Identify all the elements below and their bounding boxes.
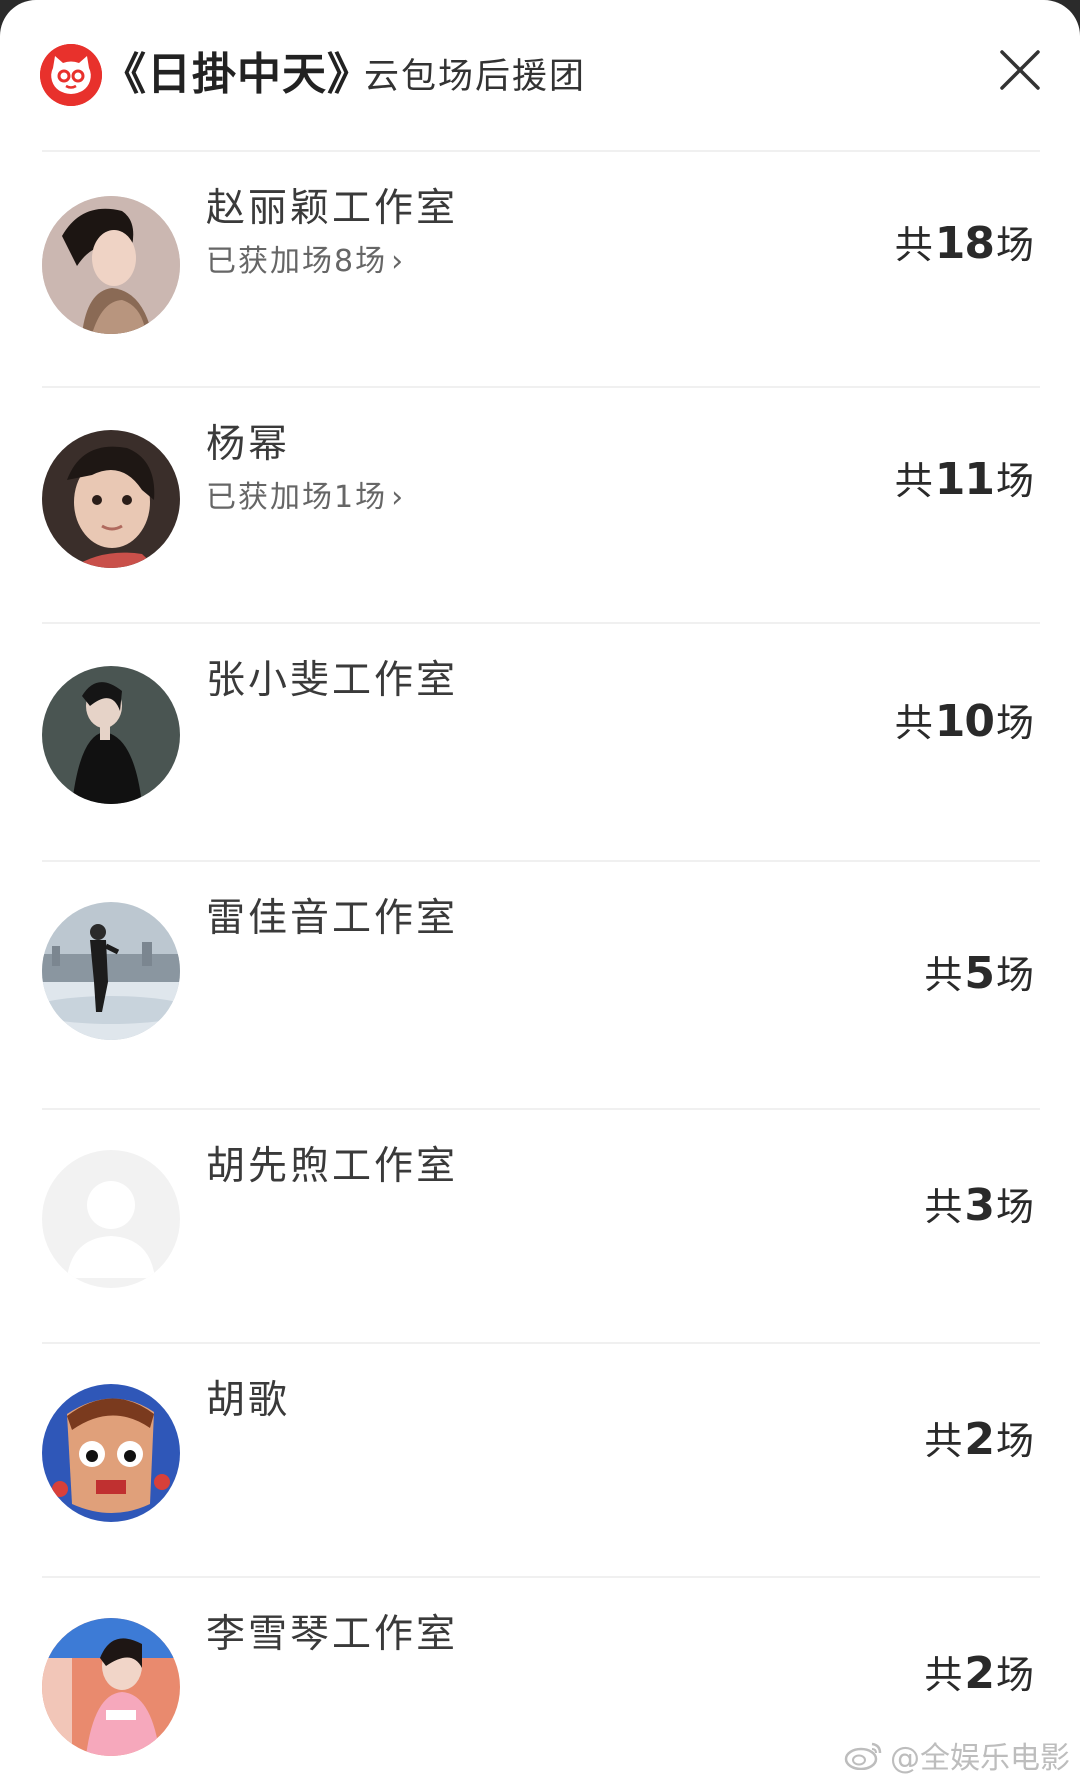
list-item[interactable]: 胡先煦工作室 共3场 [42, 1110, 1040, 1342]
bonus-screenings-link[interactable]: 已获加场1场 › [206, 478, 405, 518]
maoyan-cat-logo-icon [40, 44, 102, 106]
bonus-text: 已获加场1场 [206, 480, 388, 515]
count-suffix: 场 [995, 459, 1034, 503]
avatar [42, 666, 180, 804]
count-suffix: 场 [995, 953, 1034, 997]
avatar [42, 1618, 180, 1756]
count-suffix: 场 [995, 1419, 1034, 1463]
page-subtitle: 云包场后援团 [364, 57, 587, 97]
backer-list: 赵丽颖工作室 已获加场8场 › 共18场 杨幂 已获加场1场 › 共11场 张小… [42, 150, 1040, 1790]
watermark-text: @全娱乐电影 [890, 1740, 1070, 1776]
count-number: 2 [964, 1414, 995, 1465]
screening-count: 共5场 [924, 944, 1034, 1004]
count-prefix: 共 [924, 1653, 963, 1697]
list-item[interactable]: 赵丽颖工作室 已获加场8场 › 共18场 [42, 152, 1040, 386]
avatar [42, 430, 180, 568]
count-suffix: 场 [995, 701, 1034, 745]
backer-name: 赵丽颖工作室 [206, 186, 459, 231]
list-item[interactable]: 雷佳音工作室 共5场 [42, 862, 1040, 1108]
count-prefix: 共 [924, 1419, 963, 1463]
screening-count: 共10场 [895, 692, 1034, 752]
screening-count: 共18场 [895, 214, 1034, 274]
backer-name: 张小斐工作室 [206, 658, 459, 703]
avatar [42, 1384, 180, 1522]
bonus-screenings-link[interactable]: 已获加场8场 › [206, 242, 405, 282]
avatar [42, 902, 180, 1040]
screening-count: 共3场 [924, 1176, 1034, 1236]
screening-count: 共2场 [924, 1644, 1034, 1704]
backer-name: 杨幂 [206, 422, 291, 467]
weibo-watermark: @全娱乐电影 [844, 1733, 1070, 1779]
close-button[interactable] [994, 44, 1046, 96]
avatar [42, 196, 180, 334]
page-title: 《日掛中天》 [102, 49, 372, 100]
backer-name: 胡歌 [206, 1378, 291, 1423]
count-suffix: 场 [995, 1185, 1034, 1229]
list-item[interactable]: 杨幂 已获加场1场 › 共11场 [42, 388, 1040, 622]
count-number: 2 [964, 1648, 995, 1699]
count-number: 5 [964, 948, 995, 999]
list-item[interactable]: 张小斐工作室 共10场 [42, 624, 1040, 860]
count-prefix: 共 [894, 459, 933, 503]
count-number: 18 [934, 218, 995, 269]
backer-name: 李雪琴工作室 [206, 1612, 459, 1657]
count-number: 11 [934, 454, 995, 505]
close-icon [1000, 50, 1040, 90]
bonus-text: 已获加场8场 [206, 244, 388, 279]
count-prefix: 共 [894, 701, 933, 745]
weibo-icon [844, 1740, 884, 1778]
count-suffix: 场 [995, 1653, 1034, 1697]
backer-name: 雷佳音工作室 [206, 896, 459, 941]
screening-count: 共11场 [895, 450, 1034, 510]
count-number: 3 [964, 1180, 995, 1231]
sheet-header: 《日掛中天》 云包场后援团 [0, 0, 1080, 150]
count-suffix: 场 [995, 223, 1034, 267]
count-prefix: 共 [924, 1185, 963, 1229]
chevron-right-icon: › [391, 480, 406, 515]
count-number: 10 [934, 696, 995, 747]
screening-count: 共2场 [924, 1410, 1034, 1470]
backer-group-sheet: 《日掛中天》 云包场后援团 赵丽颖工作室 已获加场8场 › 共18场 杨幂 已获… [0, 0, 1080, 1790]
default-avatar-icon [42, 1150, 180, 1288]
count-prefix: 共 [924, 953, 963, 997]
list-item[interactable]: 胡歌 共2场 [42, 1344, 1040, 1576]
backer-name: 胡先煦工作室 [206, 1144, 459, 1189]
chevron-right-icon: › [391, 244, 406, 279]
count-prefix: 共 [894, 223, 933, 267]
